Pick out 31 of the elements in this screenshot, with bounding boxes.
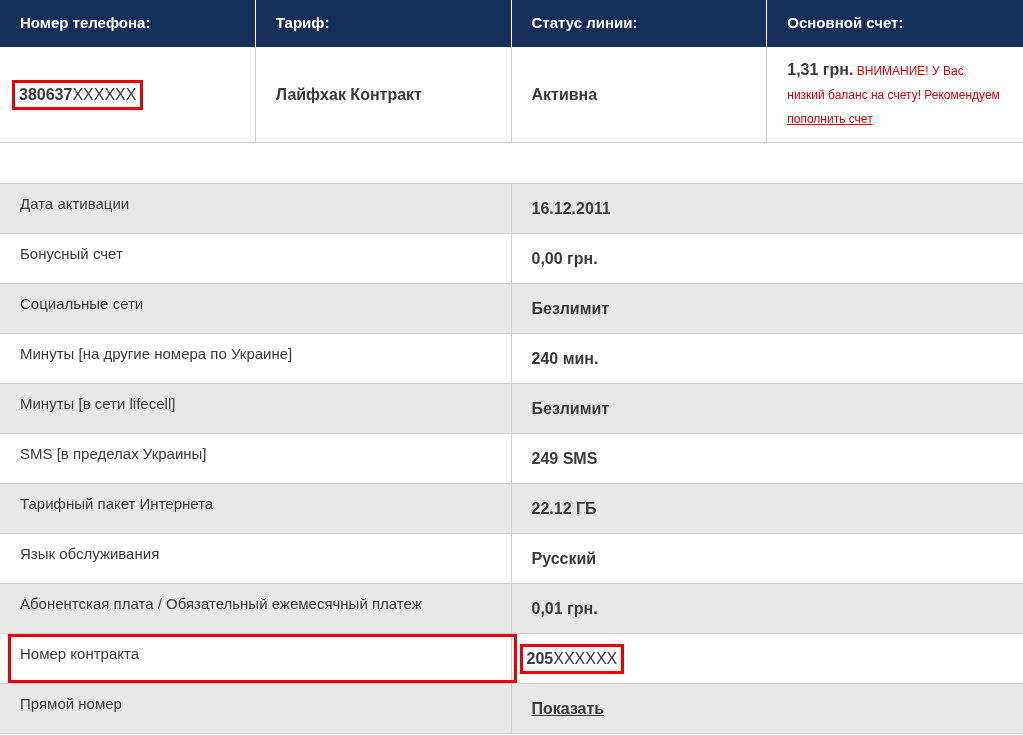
detail-value: Безлимит	[531, 398, 610, 419]
column-heading: Тариф:	[275, 13, 330, 34]
detail-label: Дата активации	[20, 194, 130, 215]
detail-label: Тарифный пакет Интернета	[20, 494, 214, 515]
show-link[interactable]: Показать	[531, 696, 605, 721]
detail-label: Абонентская плата / Обязательный ежемесячный платеж	[20, 594, 422, 615]
top-up-link[interactable]: пополнить счет	[787, 112, 873, 126]
column-heading: Основной счет:	[787, 13, 904, 34]
detail-value: 249 SMS	[531, 448, 598, 469]
detail-label: Прямой номер	[20, 694, 122, 715]
detail-value: 0,00 грн.	[531, 248, 598, 269]
detail-label: Минуты [в сети lifecell]	[20, 394, 176, 415]
balance-text: 1,31 грн. ВНИМАНИЕ! У Вас низкий баланс на счету! Рекомендуем пополнить счет	[787, 60, 1001, 128]
tariff-name: Лайфхак Контракт	[275, 84, 422, 105]
column-heading: Статус линии:	[531, 13, 638, 34]
detail-label: Номер контракта	[20, 644, 140, 665]
detail-label: Минуты [на другие номера по Украине]	[20, 344, 293, 365]
column-heading: Номер телефона:	[20, 13, 151, 34]
detail-value: Русский	[531, 548, 597, 569]
detail-value: Безлимит	[531, 298, 610, 319]
detail-label: Бонусный счет	[20, 244, 123, 265]
detail-label: Социальные сети	[20, 294, 144, 315]
detail-value: 22.12 ГБ	[531, 498, 597, 519]
detail-value: 16.12.2011	[531, 198, 611, 219]
line-status: Активна	[531, 84, 598, 105]
phone-number: 380637XXXXXX	[12, 79, 144, 110]
detail-value: 0,01 грн.	[531, 598, 598, 619]
detail-value: 240 мин.	[531, 348, 599, 369]
detail-label: SMS [в пределах Украины]	[20, 444, 207, 465]
contract-number: 205XXXXXX	[519, 643, 625, 674]
detail-label: Язык обслуживания	[20, 544, 160, 565]
